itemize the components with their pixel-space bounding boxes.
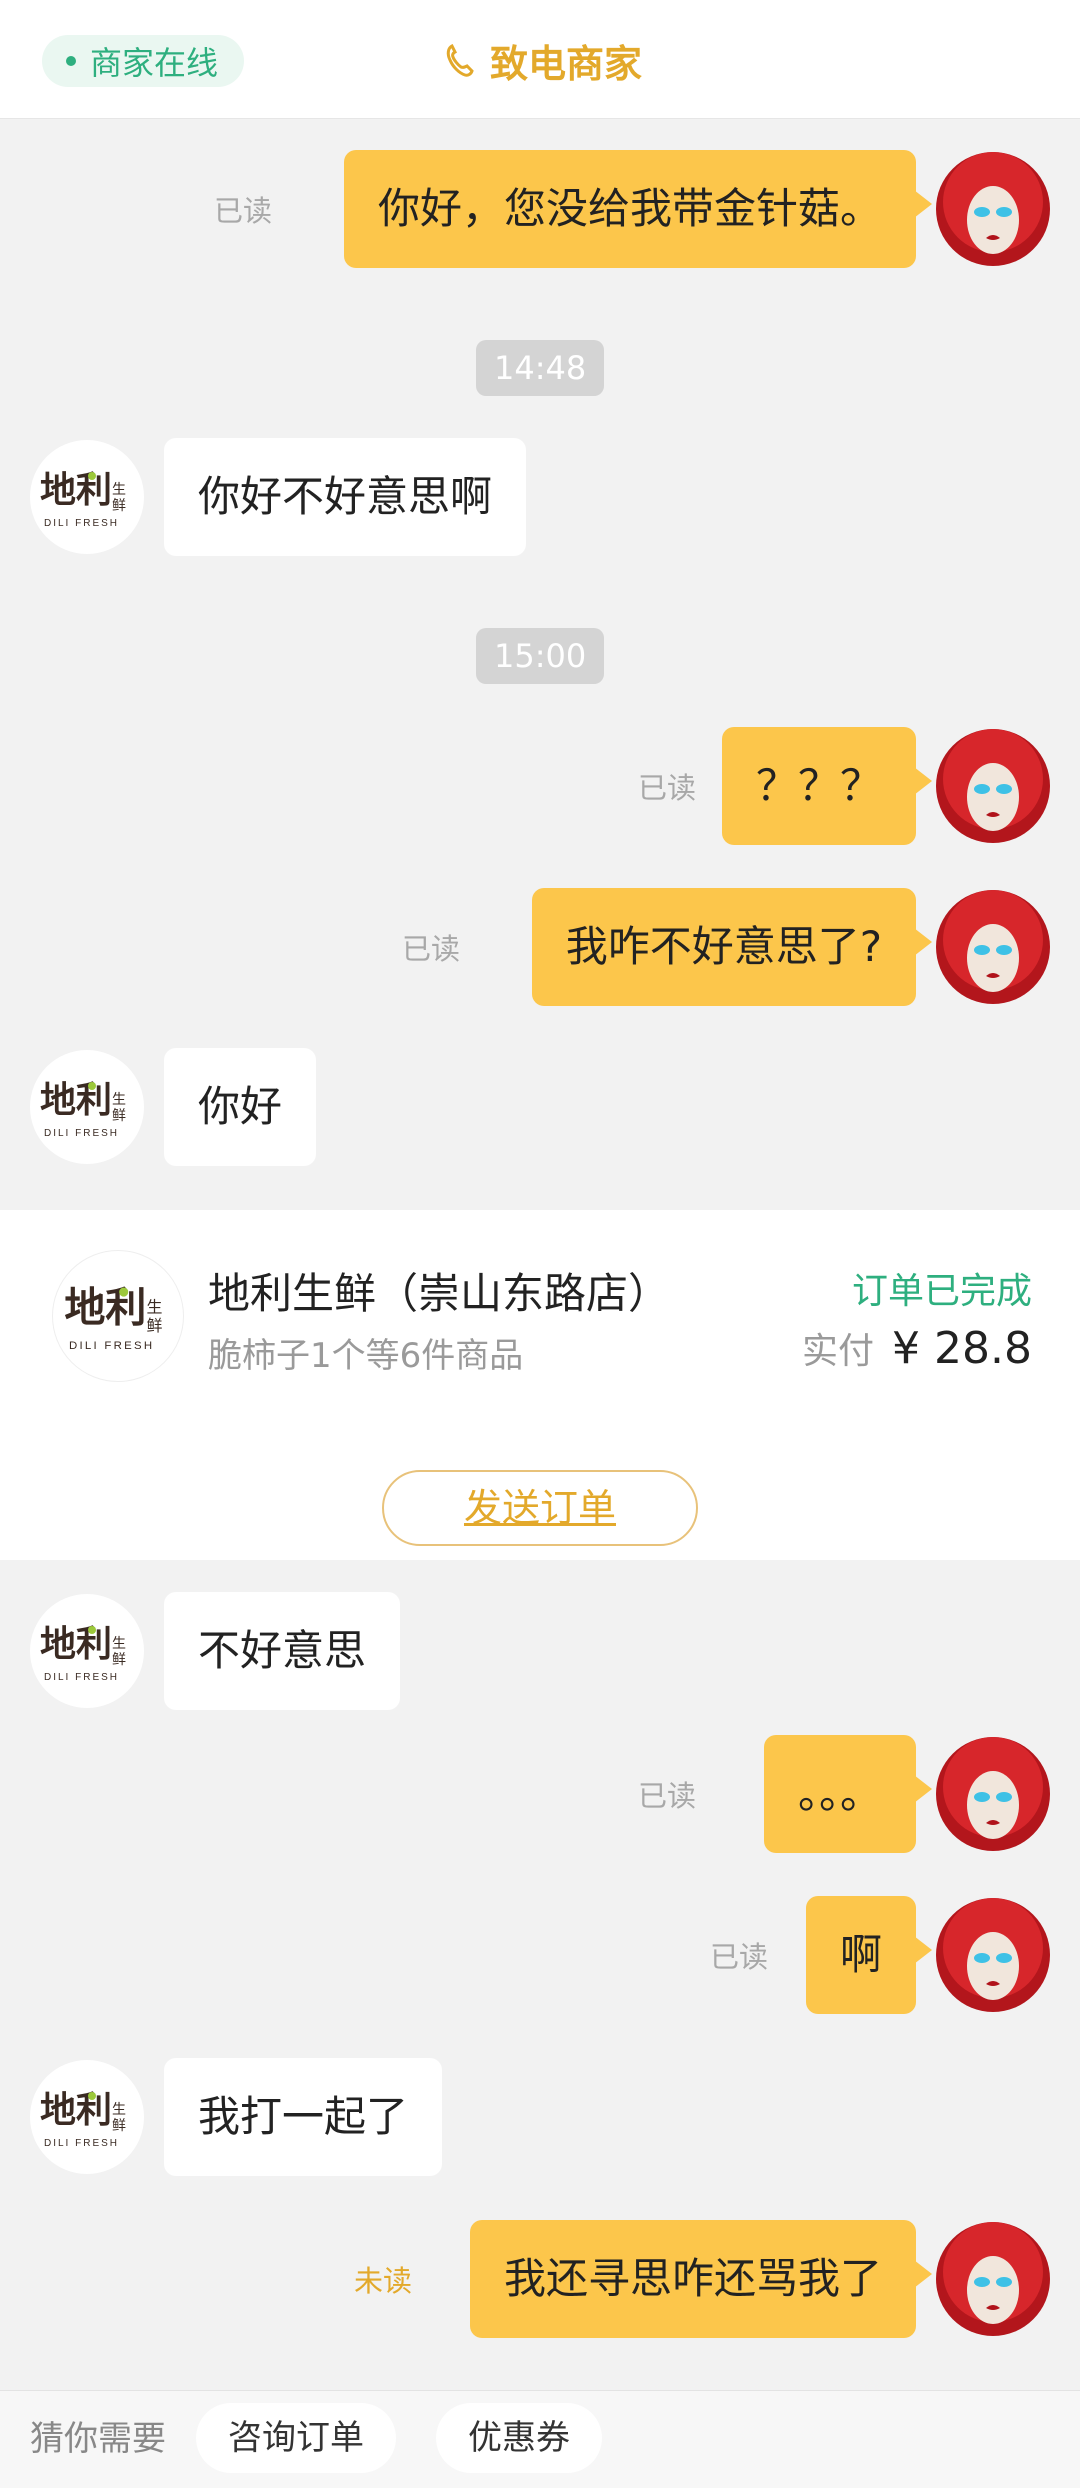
shop-logo: 地利 生 鲜 DILI FRESH [52,1250,184,1382]
message-row: 已读 啊 [0,1896,1080,2014]
message-row: 已读 我咋不好意思了? [0,888,1080,1006]
user-avatar[interactable] [936,729,1050,843]
suggestion-bar: 猜你需要 咨询订单 优惠券 [0,2390,1080,2488]
read-status: 已读 [638,1779,697,1813]
message-row: 未读 我还寻思咋还骂我了 [0,2220,1080,2338]
chat-header: 商家在线 致电商家 [0,0,1080,119]
timestamp-chip: 14:48 [476,340,605,396]
timestamp-chip: 15:00 [476,628,605,684]
shop-avatar[interactable]: 地利 生 鲜 DILI FRESH [30,2060,144,2174]
order-status: 订单已完成 [851,1271,1032,1312]
consult-order-chip[interactable]: 咨询订单 [196,2403,396,2473]
read-status: 已读 [638,771,697,805]
svg-text:地利: 地利 [40,1623,112,1664]
order-paid: 实付 ¥ 28.8 [802,1322,1032,1374]
svg-text:地利: 地利 [64,1285,146,1331]
phone-icon [446,43,474,77]
online-label: 商家在线 [90,44,219,82]
message-bubble-outgoing[interactable]: 。。。 [763,1735,933,1853]
svg-text:鲜: 鲜 [112,497,126,513]
message-bubble-outgoing[interactable]: ？？？ [721,727,933,845]
message-bubble-incoming[interactable]: 不好意思 [164,1592,401,1710]
message-row: 地利 生 鲜 DILI FRESH 我打一起了 [0,2058,1080,2176]
message-row: 地利 生 鲜 DILI FRESH 你好 [0,1048,1080,1166]
svg-text:生: 生 [112,1635,126,1651]
paid-amount: ¥ 28.8 [892,1323,1032,1374]
shop-avatar[interactable]: 地利 生 鲜 DILI FRESH [30,1050,144,1164]
svg-text:鲜: 鲜 [112,1651,126,1667]
svg-text:DILI FRESH: DILI FRESH [44,518,119,529]
svg-text:生: 生 [112,1091,126,1107]
message-row: 已读 ？？？ [0,727,1080,845]
svg-text:DILI FRESH: DILI FRESH [44,2138,119,2149]
message-bubble-outgoing[interactable]: 我咋不好意思了? [531,888,933,1006]
unread-status: 未读 [354,2264,413,2298]
message-row: 地利 生 鲜 DILI FRESH 不好意思 [0,1592,1080,1710]
order-shop-name: 地利生鲜（崇山东路店） [208,1269,671,1318]
user-avatar[interactable] [936,1737,1050,1851]
order-card[interactable]: 地利 生 鲜 DILI FRESH 地利生鲜（崇山东路店） 脆柿子1个等6件商品… [0,1210,1080,1560]
send-order-button[interactable]: 发送订单 [382,1470,698,1546]
user-avatar[interactable] [936,890,1050,1004]
user-avatar[interactable] [936,1898,1050,2012]
svg-text:鲜: 鲜 [112,1107,126,1123]
message-bubble-incoming[interactable]: 你好 [164,1048,317,1166]
user-avatar[interactable] [936,152,1050,266]
read-status: 已读 [214,194,273,228]
order-items-summary: 脆柿子1个等6件商品 [208,1336,524,1376]
call-merchant-button[interactable]: 致电商家 [438,28,642,92]
message-bubble-incoming[interactable]: 我打一起了 [164,2058,443,2176]
message-row: 地利 生 鲜 DILI FRESH 你好不好意思啊 [0,438,1080,556]
online-dot-icon [66,56,76,66]
svg-text:鲜: 鲜 [147,1317,163,1335]
svg-text:生: 生 [112,2101,126,2117]
svg-text:地利: 地利 [40,1079,112,1120]
guess-label: 猜你需要 [30,2419,166,2459]
message-bubble-incoming[interactable]: 你好不好意思啊 [164,438,527,556]
message-bubble-outgoing[interactable]: 啊 [805,1896,933,2014]
svg-text:鲜: 鲜 [112,2117,126,2133]
svg-text:地利: 地利 [40,469,112,510]
svg-text:DILI FRESH: DILI FRESH [69,1340,154,1352]
user-avatar[interactable] [936,2222,1050,2336]
read-status: 已读 [710,1940,769,1974]
shop-avatar[interactable]: 地利 生 鲜 DILI FRESH [30,1594,144,1708]
call-label: 致电商家 [490,41,643,86]
svg-text:DILI FRESH: DILI FRESH [44,1128,119,1139]
svg-text:生: 生 [147,1299,163,1317]
message-bubble-outgoing[interactable]: 你好，您没给我带金针菇。 [343,150,933,268]
svg-text:生: 生 [112,481,126,497]
svg-text:地利: 地利 [40,2089,112,2130]
paid-label: 实付 [802,1331,875,1372]
read-status: 已读 [402,932,461,966]
message-row: 已读 。。。 [0,1735,1080,1853]
shop-avatar[interactable]: 地利 生 鲜 DILI FRESH [30,440,144,554]
coupon-chip[interactable]: 优惠券 [436,2403,602,2473]
message-bubble-outgoing[interactable]: 我还寻思咋还骂我了 [469,2220,933,2338]
svg-text:DILI FRESH: DILI FRESH [44,1672,119,1683]
message-row: 已读 你好，您没给我带金针菇。 [0,150,1080,268]
merchant-online-badge: 商家在线 [42,35,245,87]
